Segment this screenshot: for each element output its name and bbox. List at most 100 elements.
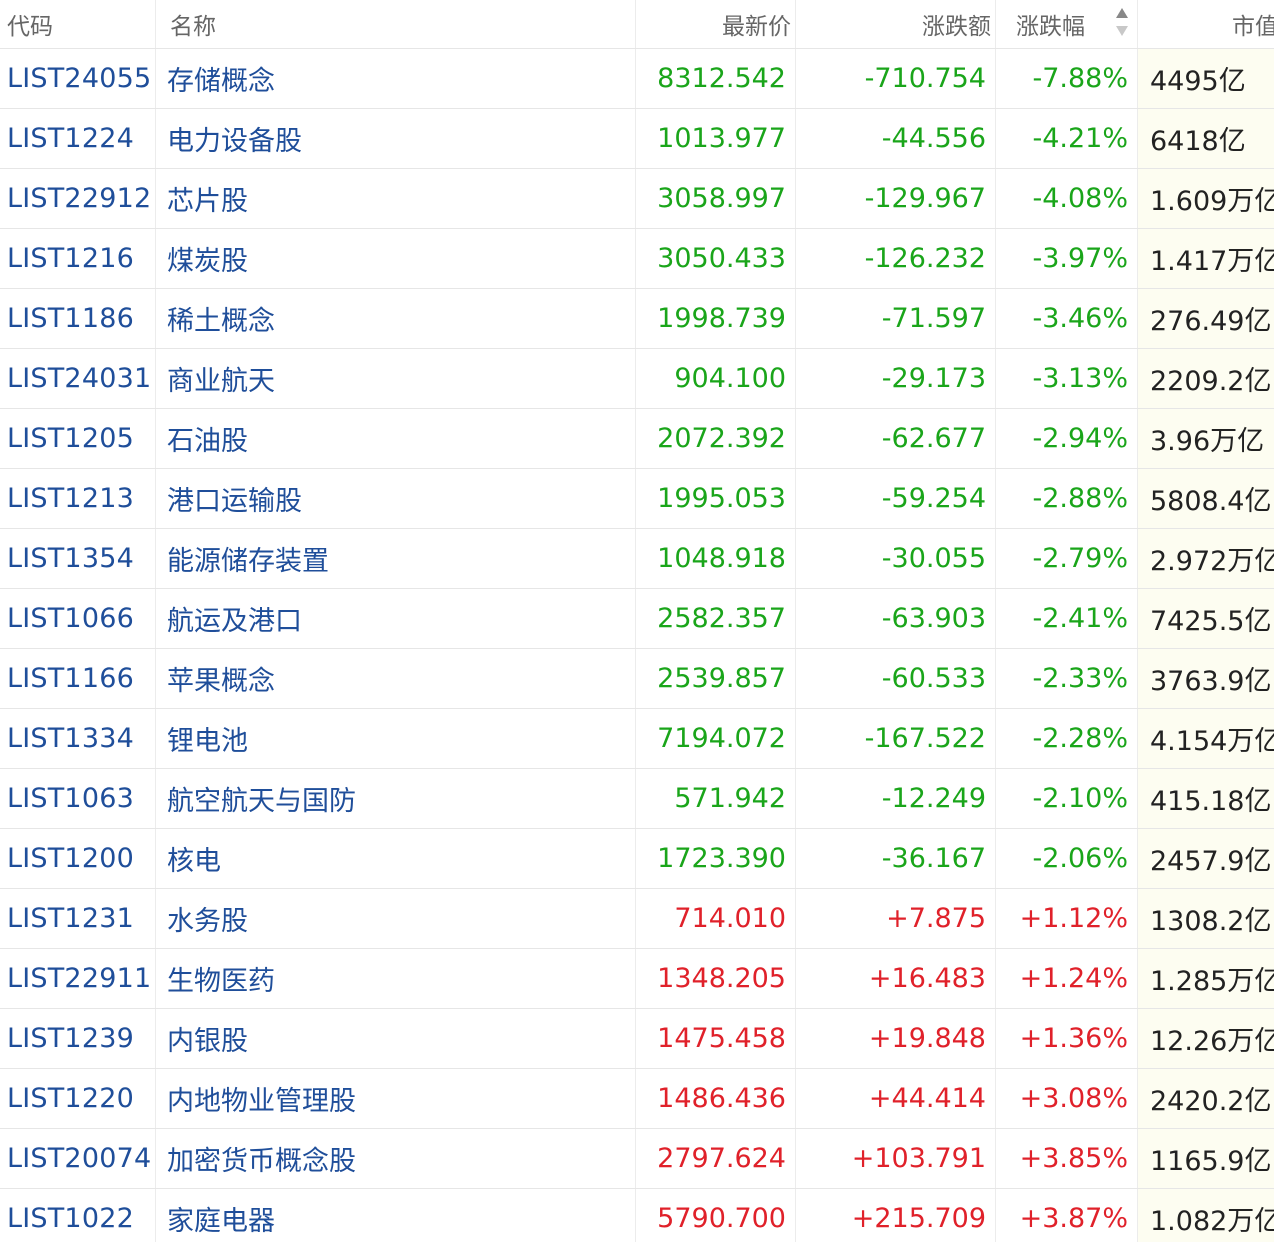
- table-row[interactable]: LIST22911 生物医药 1348.205 +16.483 +1.24% 1.285万…: [0, 949, 1274, 1009]
- cell-code[interactable]: LIST1213: [0, 469, 156, 528]
- cell-code[interactable]: LIST1063: [0, 769, 156, 828]
- cell-code[interactable]: LIST1200: [0, 829, 156, 888]
- code-link[interactable]: LIST1220: [7, 1083, 134, 1114]
- table-row[interactable]: LIST1231 水务股 714.010 +7.875 +1.12% 1308.2亿: [0, 889, 1274, 949]
- code-link[interactable]: LIST1063: [7, 783, 134, 814]
- table-row[interactable]: LIST1200 核电 1723.390 -36.167 -2.06% 2457.9亿: [0, 829, 1274, 889]
- code-link[interactable]: LIST22911: [7, 963, 151, 994]
- table-row[interactable]: LIST1166 苹果概念 2539.857 -60.533 -2.33% 3763.9亿: [0, 649, 1274, 709]
- table-row[interactable]: LIST1213 港口运输股 1995.053 -59.254 -2.88% 5808.4…: [0, 469, 1274, 529]
- table-row[interactable]: LIST1354 能源储存装置 1048.918 -30.055 -2.79% 2.972…: [0, 529, 1274, 589]
- cell-code[interactable]: LIST1166: [0, 649, 156, 708]
- code-link[interactable]: LIST1216: [7, 243, 134, 274]
- table-row[interactable]: LIST24055 存储概念 8312.542 -710.754 -7.88% 4495亿: [0, 49, 1274, 109]
- table-row[interactable]: LIST24031 商业航天 904.100 -29.173 -3.13% 2209.2亿: [0, 349, 1274, 409]
- code-link[interactable]: LIST1231: [7, 903, 134, 934]
- code-link[interactable]: LIST1022: [7, 1203, 134, 1234]
- sort-updown-icon[interactable]: [1115, 6, 1129, 38]
- cell-code[interactable]: LIST24055: [0, 49, 156, 108]
- name-link[interactable]: 家庭电器: [167, 1199, 275, 1238]
- cell-name[interactable]: 港口运输股: [156, 469, 636, 528]
- table-row[interactable]: LIST20074 加密货币概念股 2797.624 +103.791 +3.85% 11…: [0, 1129, 1274, 1189]
- cell-code[interactable]: LIST1205: [0, 409, 156, 468]
- cell-code[interactable]: LIST1066: [0, 589, 156, 648]
- table-row[interactable]: LIST1022 家庭电器 5790.700 +215.709 +3.87% 1.082万…: [0, 1189, 1274, 1242]
- table-row[interactable]: LIST1186 稀土概念 1998.739 -71.597 -3.46% 276.49亿: [0, 289, 1274, 349]
- code-link[interactable]: LIST1213: [7, 483, 134, 514]
- cell-code[interactable]: LIST1231: [0, 889, 156, 948]
- header-change[interactable]: 涨跌额: [796, 0, 996, 48]
- cell-name[interactable]: 航运及港口: [156, 589, 636, 648]
- table-row[interactable]: LIST1334 锂电池 7194.072 -167.522 -2.28% 4.154万亿: [0, 709, 1274, 769]
- table-row[interactable]: LIST1216 煤炭股 3050.433 -126.232 -3.97% 1.417万亿: [0, 229, 1274, 289]
- name-link[interactable]: 存储概念: [167, 59, 275, 98]
- code-link[interactable]: LIST1166: [7, 663, 134, 694]
- cell-name[interactable]: 水务股: [156, 889, 636, 948]
- cell-code[interactable]: LIST24031: [0, 349, 156, 408]
- code-link[interactable]: LIST20074: [7, 1143, 151, 1174]
- cell-code[interactable]: LIST1216: [0, 229, 156, 288]
- name-link[interactable]: 加密货币概念股: [167, 1139, 356, 1178]
- table-row[interactable]: LIST22912 芯片股 3058.997 -129.967 -4.08% 1.609万…: [0, 169, 1274, 229]
- cell-name[interactable]: 能源储存装置: [156, 529, 636, 588]
- cell-code[interactable]: LIST1239: [0, 1009, 156, 1068]
- name-link[interactable]: 航运及港口: [167, 599, 302, 638]
- table-row[interactable]: LIST1066 航运及港口 2582.357 -63.903 -2.41% 7425.5…: [0, 589, 1274, 649]
- code-link[interactable]: LIST24055: [7, 63, 151, 94]
- cell-name[interactable]: 商业航天: [156, 349, 636, 408]
- code-link[interactable]: LIST22912: [7, 183, 151, 214]
- table-row[interactable]: LIST1224 电力设备股 1013.977 -44.556 -4.21% 6418亿: [0, 109, 1274, 169]
- name-link[interactable]: 石油股: [167, 419, 248, 458]
- code-link[interactable]: LIST1334: [7, 723, 134, 754]
- cell-name[interactable]: 存储概念: [156, 49, 636, 108]
- table-row[interactable]: LIST1205 石油股 2072.392 -62.677 -2.94% 3.96万亿: [0, 409, 1274, 469]
- name-link[interactable]: 稀土概念: [167, 299, 275, 338]
- table-row[interactable]: LIST1220 内地物业管理股 1486.436 +44.414 +3.08% 2420…: [0, 1069, 1274, 1129]
- code-link[interactable]: LIST1186: [7, 303, 134, 334]
- cell-code[interactable]: LIST1022: [0, 1189, 156, 1242]
- cell-code[interactable]: LIST1354: [0, 529, 156, 588]
- name-link[interactable]: 港口运输股: [167, 479, 302, 518]
- table-row[interactable]: LIST1239 内银股 1475.458 +19.848 +1.36% 12.26万亿: [0, 1009, 1274, 1069]
- cell-name[interactable]: 苹果概念: [156, 649, 636, 708]
- cell-code[interactable]: LIST1220: [0, 1069, 156, 1128]
- header-code[interactable]: 代码: [0, 0, 156, 48]
- code-link[interactable]: LIST1205: [7, 423, 134, 454]
- cell-name[interactable]: 生物医药: [156, 949, 636, 1008]
- cell-name[interactable]: 煤炭股: [156, 229, 636, 288]
- header-cap[interactable]: 市值: [1138, 0, 1274, 48]
- code-link[interactable]: LIST24031: [7, 363, 151, 394]
- name-link[interactable]: 内地物业管理股: [167, 1079, 356, 1118]
- cell-name[interactable]: 内地物业管理股: [156, 1069, 636, 1128]
- name-link[interactable]: 内银股: [167, 1019, 248, 1058]
- code-link[interactable]: LIST1224: [7, 123, 134, 154]
- header-name[interactable]: 名称: [156, 0, 636, 48]
- cell-name[interactable]: 内银股: [156, 1009, 636, 1068]
- cell-name[interactable]: 电力设备股: [156, 109, 636, 168]
- cell-code[interactable]: LIST1186: [0, 289, 156, 348]
- name-link[interactable]: 生物医药: [167, 959, 275, 998]
- code-link[interactable]: LIST1066: [7, 603, 134, 634]
- cell-code[interactable]: LIST1334: [0, 709, 156, 768]
- name-link[interactable]: 商业航天: [167, 359, 275, 398]
- cell-code[interactable]: LIST22912: [0, 169, 156, 228]
- header-price[interactable]: 最新价: [636, 0, 796, 48]
- name-link[interactable]: 核电: [167, 839, 221, 878]
- name-link[interactable]: 煤炭股: [167, 239, 248, 278]
- name-link[interactable]: 芯片股: [167, 179, 248, 218]
- name-link[interactable]: 电力设备股: [167, 119, 302, 158]
- cell-code[interactable]: LIST1224: [0, 109, 156, 168]
- cell-name[interactable]: 锂电池: [156, 709, 636, 768]
- name-link[interactable]: 能源储存装置: [167, 539, 329, 578]
- name-link[interactable]: 航空航天与国防: [167, 779, 356, 818]
- name-link[interactable]: 水务股: [167, 899, 248, 938]
- code-link[interactable]: LIST1354: [7, 543, 134, 574]
- cell-name[interactable]: 石油股: [156, 409, 636, 468]
- name-link[interactable]: 苹果概念: [167, 659, 275, 698]
- cell-name[interactable]: 家庭电器: [156, 1189, 636, 1242]
- cell-name[interactable]: 加密货币概念股: [156, 1129, 636, 1188]
- cell-code[interactable]: LIST22911: [0, 949, 156, 1008]
- code-link[interactable]: LIST1200: [7, 843, 134, 874]
- name-link[interactable]: 锂电池: [167, 719, 248, 758]
- cell-name[interactable]: 航空航天与国防: [156, 769, 636, 828]
